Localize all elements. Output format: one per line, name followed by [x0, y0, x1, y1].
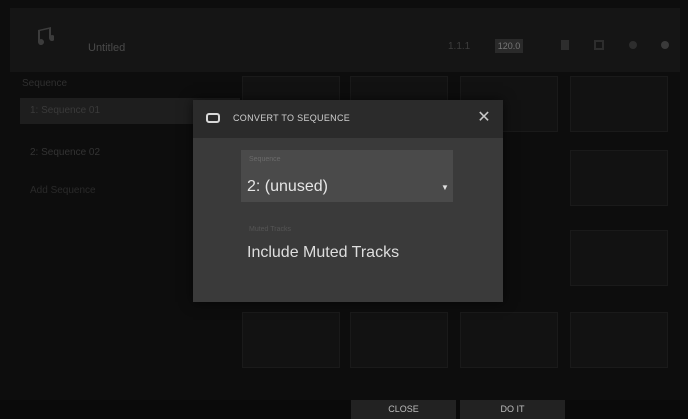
- position-counter: 1.1.1: [448, 41, 471, 52]
- grid-cell[interactable]: [570, 312, 668, 368]
- close-button[interactable]: CLOSE: [351, 400, 456, 419]
- grid-cell[interactable]: [242, 312, 340, 368]
- grid-cell[interactable]: [570, 150, 668, 206]
- sequence-field-value: 2: (unused): [247, 178, 328, 195]
- grid-cell[interactable]: [570, 76, 668, 132]
- metronome-icon[interactable]: [558, 38, 572, 52]
- chevron-down-icon: ▼: [441, 183, 449, 192]
- grid-cell[interactable]: [460, 312, 558, 368]
- grid-cell[interactable]: [570, 230, 668, 286]
- settings-icon[interactable]: [626, 38, 640, 52]
- loop-icon[interactable]: [592, 38, 606, 52]
- muted-field-value: Include Muted Tracks: [247, 244, 400, 261]
- top-bar: Untitled 1.1.1 120.0: [10, 8, 680, 72]
- convert-to-sequence-dialog: CONVERT TO SEQUENCE ✕ Sequence 2: (unuse…: [193, 100, 503, 302]
- sequence-list-header: Sequence: [22, 78, 68, 89]
- close-icon[interactable]: ✕: [475, 109, 493, 127]
- bottom-bar: [0, 400, 688, 419]
- sequence-field-label: Sequence: [249, 156, 281, 163]
- grid-cell[interactable]: [350, 312, 448, 368]
- tempo-display[interactable]: 120.0: [495, 39, 523, 53]
- convert-icon: [206, 113, 220, 123]
- song-name[interactable]: Untitled: [88, 42, 125, 54]
- dialog-title: CONVERT TO SEQUENCE: [233, 113, 351, 123]
- muted-tracks-select[interactable]: Muted Tracks Include Muted Tracks: [241, 222, 453, 274]
- dialog-header: CONVERT TO SEQUENCE ✕: [193, 100, 503, 138]
- sequence-select[interactable]: Sequence 2: (unused) ▼: [241, 150, 453, 202]
- music-note-icon[interactable]: [32, 26, 54, 48]
- muted-field-label: Muted Tracks: [249, 226, 292, 233]
- power-icon[interactable]: [658, 38, 672, 52]
- do-it-button[interactable]: DO IT: [460, 400, 565, 419]
